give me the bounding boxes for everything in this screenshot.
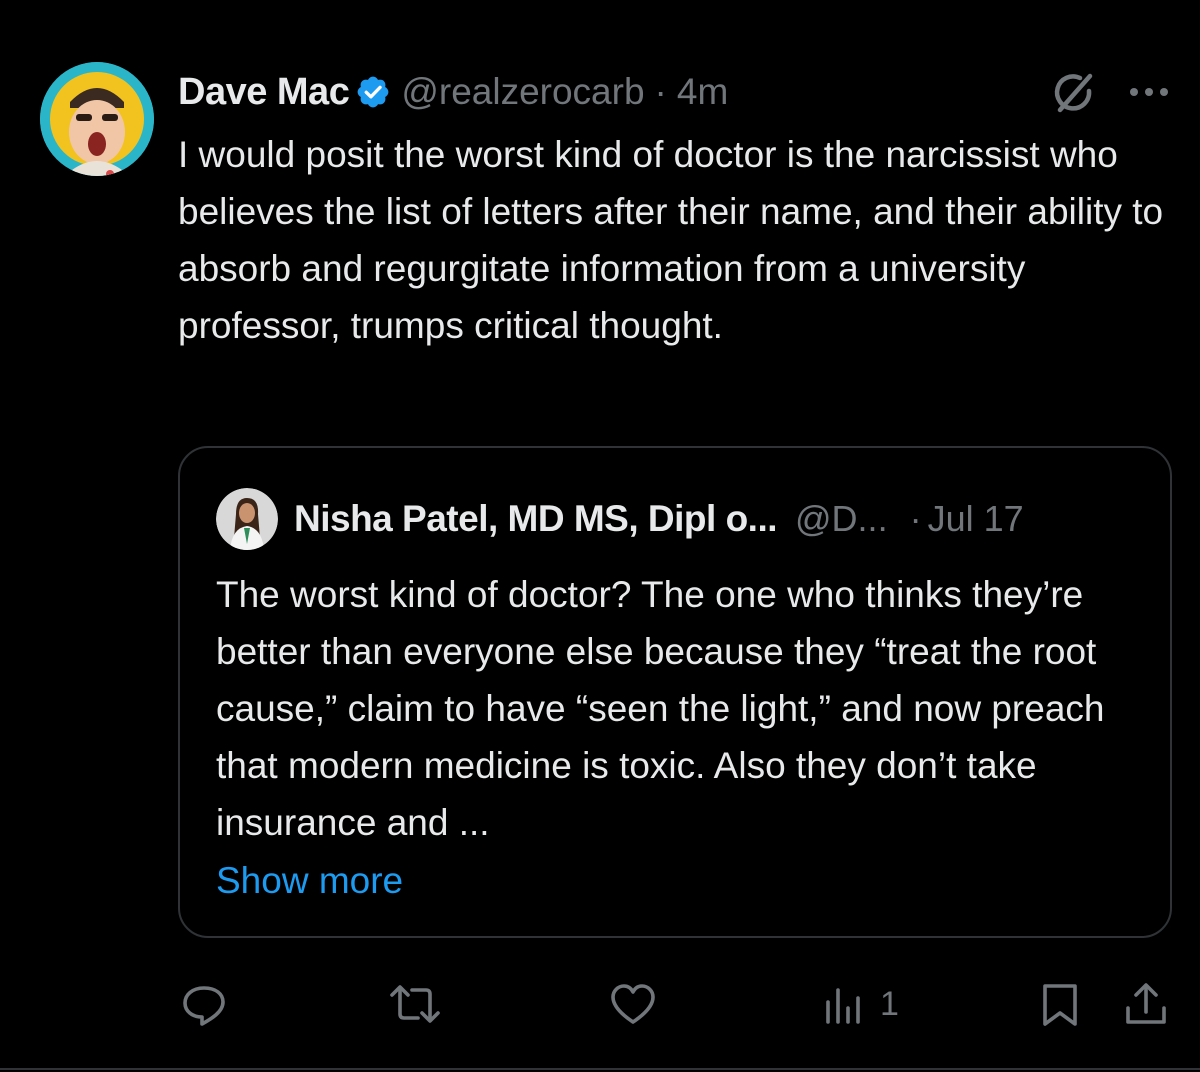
show-more-link[interactable]: Show more (216, 852, 403, 909)
views-icon (826, 988, 860, 1024)
quoted-tweet-header: Nisha Patel, MD MS, Dipl o... @D... · Ju… (216, 488, 1024, 550)
person-avatar-icon (216, 488, 278, 550)
like-icon (611, 984, 655, 1024)
bookmark-button[interactable] (1036, 980, 1084, 1028)
like-button[interactable] (608, 980, 658, 1028)
retweet-icon (390, 985, 440, 1023)
tweet[interactable]: Dave Mac @realzerocarb · 4m I would posi… (0, 0, 1200, 1072)
tweet-divider (0, 1068, 1200, 1070)
quoted-author-handle[interactable]: @D... (795, 498, 888, 540)
quoted-header-separator: · (909, 498, 922, 539)
grok-icon[interactable] (1048, 68, 1098, 118)
share-icon (1126, 983, 1166, 1024)
reply-button[interactable] (178, 980, 230, 1028)
header-separator: · (654, 71, 667, 112)
cartoon-face-avatar-icon (40, 62, 154, 176)
views-button[interactable]: 1 (822, 980, 899, 1028)
more-icon[interactable] (1124, 78, 1174, 106)
quoted-author-avatar[interactable] (216, 488, 278, 550)
tweet-header: Dave Mac @realzerocarb · 4m (178, 66, 728, 118)
quoted-tweet[interactable]: Nisha Patel, MD MS, Dipl o... @D... · Ju… (178, 446, 1172, 938)
quoted-tweet-timestamp[interactable]: Jul 17 (928, 498, 1024, 540)
tweet-timestamp[interactable]: 4m (677, 71, 728, 113)
views-count: 1 (880, 984, 899, 1023)
share-button[interactable] (1122, 980, 1170, 1028)
quoted-tweet-text: The worst kind of doctor? The one who th… (216, 574, 1105, 843)
reply-icon (183, 986, 225, 1026)
bookmark-icon (1043, 984, 1077, 1026)
author-display-name[interactable]: Dave Mac (178, 71, 350, 114)
quoted-author-display-name[interactable]: Nisha Patel, MD MS, Dipl o... (294, 498, 778, 540)
author-handle[interactable]: @realzerocarb (401, 71, 644, 113)
verified-badge-icon[interactable] (355, 74, 391, 110)
author-avatar[interactable] (40, 62, 154, 176)
retweet-button[interactable] (386, 980, 444, 1028)
tweet-text: I would posit the worst kind of doctor i… (178, 134, 1164, 346)
